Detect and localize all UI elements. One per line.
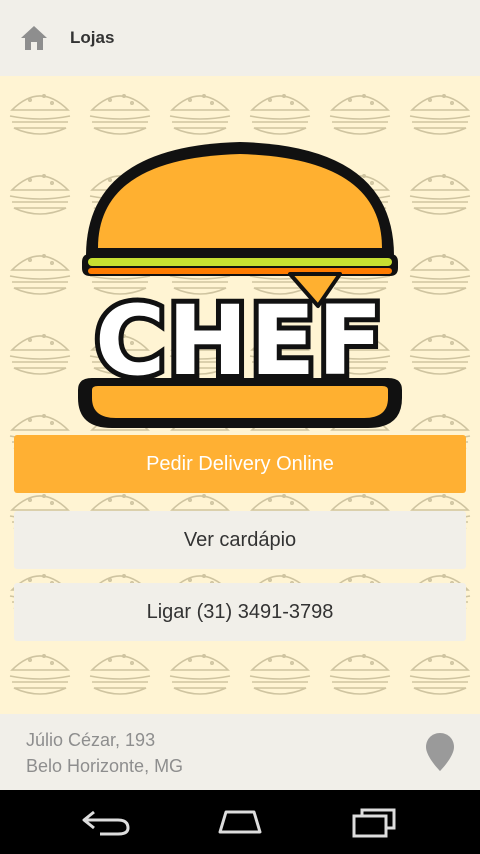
store-address-footer[interactable]: Júlio Cézar, 193 Belo Horizonte, MG bbox=[0, 714, 480, 790]
order-delivery-button[interactable]: Pedir Delivery Online bbox=[14, 435, 466, 493]
page-title: Lojas bbox=[70, 28, 115, 47]
call-store-button[interactable]: Ligar (31) 3491-3798 bbox=[14, 583, 466, 641]
recent-apps-icon[interactable] bbox=[350, 806, 398, 838]
back-icon[interactable] bbox=[80, 808, 132, 836]
address-line-street: Júlio Cézar, 193 bbox=[26, 730, 156, 750]
system-navigation-bar bbox=[0, 790, 480, 854]
home-icon[interactable] bbox=[20, 24, 48, 52]
logo-text: CHEF bbox=[95, 285, 385, 397]
chef-logo: CHEF bbox=[78, 142, 402, 428]
address-line-city: Belo Horizonte, MG bbox=[26, 756, 184, 776]
map-pin-icon[interactable] bbox=[424, 732, 456, 772]
top-bar: Lojas bbox=[0, 0, 480, 76]
view-menu-button[interactable]: Ver cardápio bbox=[14, 511, 466, 569]
home-nav-icon[interactable] bbox=[212, 808, 268, 836]
